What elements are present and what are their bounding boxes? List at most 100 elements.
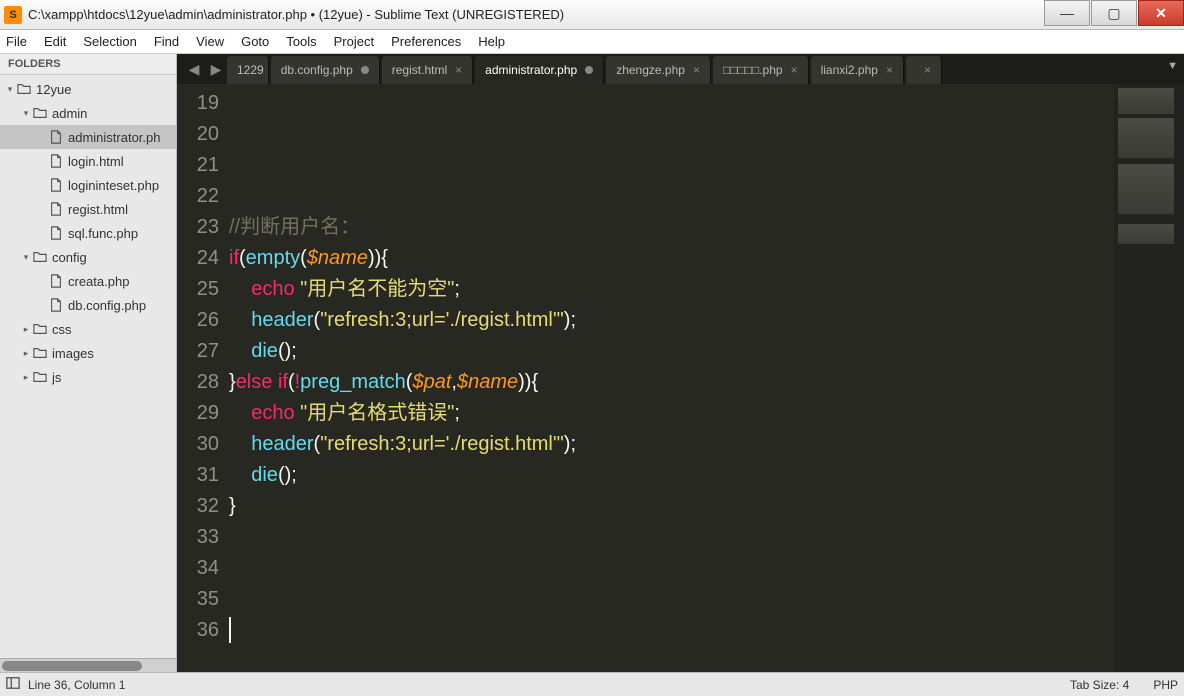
- disclosure-icon[interactable]: ▸: [20, 348, 32, 359]
- tree-label: creata.php: [68, 274, 129, 289]
- folder-icon: [32, 322, 48, 336]
- file-icon: [48, 130, 64, 144]
- folder-icon: [32, 370, 48, 384]
- nav-forward-icon[interactable]: ▶: [211, 61, 222, 78]
- tree-label: regist.html: [68, 202, 128, 217]
- tab[interactable]: ×: [906, 56, 942, 84]
- tab-label: db.config.php: [281, 63, 353, 77]
- nav-back-icon[interactable]: ◀: [189, 61, 200, 78]
- editor-area: ◀ ▶ 1229 db.config.php regist.html × adminis…: [177, 54, 1184, 672]
- panel-switch-icon[interactable]: [6, 676, 20, 693]
- dirty-indicator-icon: [585, 66, 593, 74]
- main-content: FOLDERS ▾ 12yue ▾ admin administrator.ph logi…: [0, 54, 1184, 672]
- tree-label: js: [52, 370, 61, 385]
- tab-label: regist.html: [392, 63, 447, 77]
- sidebar-header: FOLDERS: [0, 54, 176, 75]
- menu-view[interactable]: View: [196, 34, 224, 49]
- tab-label: 1229: [237, 63, 264, 77]
- tree-label: images: [52, 346, 94, 361]
- tab[interactable]: zhengze.php ×: [606, 56, 711, 84]
- tab-bar: ◀ ▶ 1229 db.config.php regist.html × adminis…: [177, 54, 1184, 84]
- sidebar: FOLDERS ▾ 12yue ▾ admin administrator.ph logi…: [0, 54, 177, 672]
- dirty-indicator-icon: [361, 66, 369, 74]
- tree-label: db.config.php: [68, 298, 146, 313]
- tree-item[interactable]: creata.php: [0, 269, 176, 293]
- line-gutter: 192021222324252627282930313233343536: [177, 84, 229, 672]
- app-icon: S: [4, 6, 22, 24]
- tree-item[interactable]: ▸ images: [0, 341, 176, 365]
- window-titlebar: S C:\xampp\htdocs\12yue\admin\administra…: [0, 0, 1184, 30]
- tab-close-icon[interactable]: ×: [791, 63, 798, 77]
- tree-label: administrator.ph: [68, 130, 161, 145]
- menu-preferences[interactable]: Preferences: [391, 34, 461, 49]
- tab-nav-arrows[interactable]: ◀ ▶: [183, 54, 227, 84]
- tab-overflow-icon[interactable]: ▼: [1167, 60, 1178, 72]
- tab[interactable]: 1229: [227, 56, 269, 84]
- tree-label: sql.func.php: [68, 226, 138, 241]
- tree-label: 12yue: [36, 82, 71, 97]
- window-controls: — ▢ ✕: [1043, 0, 1184, 30]
- tab[interactable]: administrator.php: [475, 56, 604, 84]
- file-icon: [48, 154, 64, 168]
- tree-item[interactable]: login.html: [0, 149, 176, 173]
- tree-item[interactable]: logininteset.php: [0, 173, 176, 197]
- tree-item[interactable]: regist.html: [0, 197, 176, 221]
- tree-label: css: [52, 322, 72, 337]
- menu-help[interactable]: Help: [478, 34, 505, 49]
- menu-tools[interactable]: Tools: [286, 34, 316, 49]
- status-bar: Line 36, Column 1 Tab Size: 4 PHP: [0, 672, 1184, 696]
- tree-item[interactable]: ▸ js: [0, 365, 176, 389]
- window-title: C:\xampp\htdocs\12yue\admin\administrato…: [28, 7, 564, 22]
- tab-close-icon[interactable]: ×: [693, 63, 700, 77]
- tab-label: zhengze.php: [616, 63, 685, 77]
- tab[interactable]: lianxi2.php×: [811, 56, 904, 84]
- menu-find[interactable]: Find: [154, 34, 179, 49]
- minimize-button[interactable]: —: [1044, 0, 1090, 26]
- tree-item[interactable]: db.config.php: [0, 293, 176, 317]
- minimap[interactable]: [1114, 84, 1184, 672]
- folder-tree[interactable]: ▾ 12yue ▾ admin administrator.ph login.html lo…: [0, 75, 176, 658]
- tree-item[interactable]: ▸ css: [0, 317, 176, 341]
- disclosure-icon[interactable]: ▾: [20, 108, 32, 119]
- file-icon: [48, 226, 64, 240]
- menu-bar: File Edit Selection Find View Goto Tools Projec…: [0, 30, 1184, 54]
- status-syntax[interactable]: PHP: [1153, 678, 1178, 692]
- code-area[interactable]: 192021222324252627282930313233343536 //判…: [177, 84, 1184, 672]
- tree-label: logininteset.php: [68, 178, 159, 193]
- sidebar-scrollbar[interactable]: [0, 658, 176, 672]
- tab[interactable]: □□□□□.php×: [713, 56, 809, 84]
- tree-label: admin: [52, 106, 87, 121]
- tab[interactable]: regist.html ×: [382, 56, 473, 84]
- disclosure-icon[interactable]: ▾: [4, 84, 16, 95]
- disclosure-icon[interactable]: ▾: [20, 252, 32, 263]
- tree-item[interactable]: ▾ config: [0, 245, 176, 269]
- menu-project[interactable]: Project: [334, 34, 374, 49]
- tab[interactable]: db.config.php: [271, 56, 380, 84]
- tree-label: login.html: [68, 154, 124, 169]
- tab-close-icon[interactable]: ×: [886, 63, 893, 77]
- tab-close-icon[interactable]: ×: [924, 63, 931, 77]
- status-tabsize[interactable]: Tab Size: 4: [1070, 678, 1129, 692]
- menu-file[interactable]: File: [6, 34, 27, 49]
- tree-item[interactable]: ▾ admin: [0, 101, 176, 125]
- folder-icon: [16, 82, 32, 96]
- file-icon: [48, 298, 64, 312]
- status-position[interactable]: Line 36, Column 1: [28, 678, 125, 692]
- file-icon: [48, 202, 64, 216]
- tree-item[interactable]: ▾ 12yue: [0, 77, 176, 101]
- disclosure-icon[interactable]: ▸: [20, 372, 32, 383]
- close-button[interactable]: ✕: [1138, 0, 1184, 26]
- file-icon: [48, 274, 64, 288]
- tab-close-icon[interactable]: ×: [455, 63, 462, 77]
- tree-label: config: [52, 250, 87, 265]
- tree-item[interactable]: administrator.ph: [0, 125, 176, 149]
- menu-goto[interactable]: Goto: [241, 34, 269, 49]
- code-lines[interactable]: //判断用户名：if(empty($name)){ echo "用户名不能为空"…: [229, 84, 1114, 672]
- disclosure-icon[interactable]: ▸: [20, 324, 32, 335]
- menu-selection[interactable]: Selection: [83, 34, 136, 49]
- file-icon: [48, 178, 64, 192]
- menu-edit[interactable]: Edit: [44, 34, 66, 49]
- tree-item[interactable]: sql.func.php: [0, 221, 176, 245]
- tab-label: administrator.php: [485, 63, 577, 77]
- maximize-button[interactable]: ▢: [1091, 0, 1137, 26]
